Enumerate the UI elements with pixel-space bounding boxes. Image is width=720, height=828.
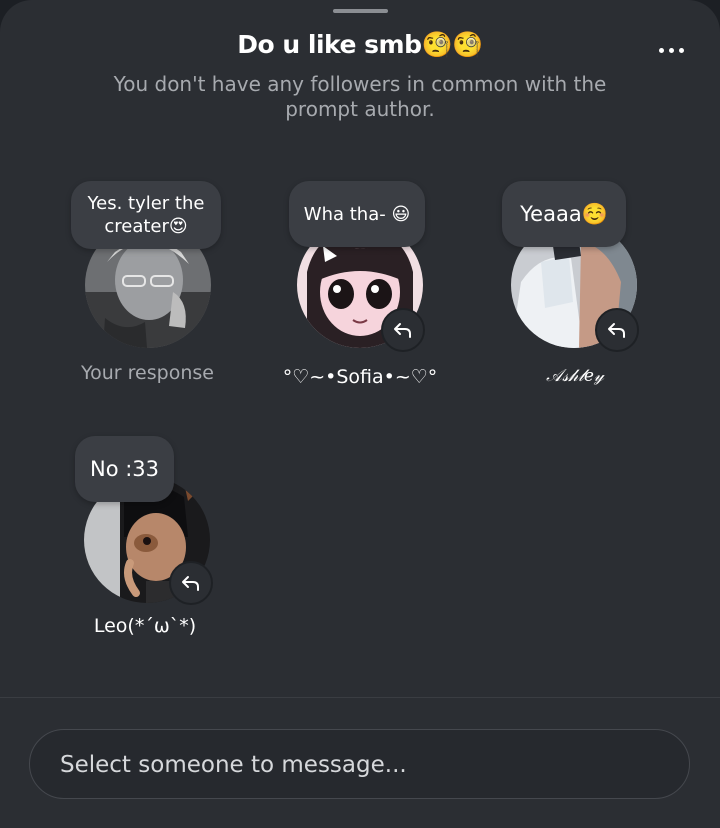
response-bubble: Wha tha- 😃 (289, 181, 425, 247)
response-bubble: No :33 (75, 436, 174, 502)
leo-name: Leo(*´ω`*) (93, 615, 197, 637)
reply-arrow-icon[interactable] (169, 561, 213, 605)
message-input[interactable]: Select someone to message... (29, 729, 690, 799)
prompt-responses-sheet: Do u like smb🧐🧐 You don't have any follo… (0, 0, 720, 828)
reply-arrow-icon[interactable] (381, 308, 425, 352)
your-response-label: Your response (81, 362, 214, 384)
response-bubble: Yes. tyler the creater😍 (71, 181, 221, 249)
ashley-name: 𝒜𝓈𝒽𝓁𝑒𝓎 (546, 366, 604, 386)
sheet-drag-handle[interactable] (333, 9, 388, 13)
sofia-name: °♡~•Sofia•~♡° (282, 366, 438, 388)
composer-divider (0, 697, 720, 698)
more-options-icon[interactable] (650, 36, 692, 64)
prompt-title: Do u like smb🧐🧐 (237, 30, 483, 59)
response-bubble: Yeaaa☺️ (502, 181, 626, 247)
reply-arrow-icon[interactable] (595, 308, 639, 352)
prompt-subtitle: You don't have any followers in common w… (113, 72, 607, 121)
